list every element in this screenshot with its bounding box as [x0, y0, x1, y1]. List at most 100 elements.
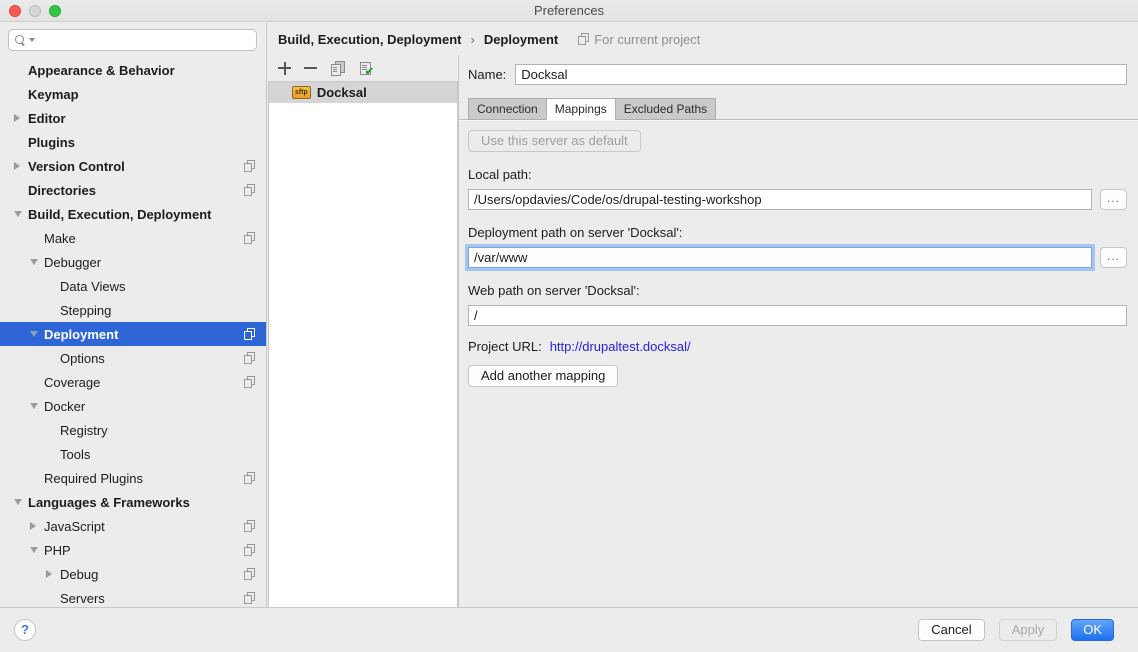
add-server-icon[interactable] — [278, 62, 291, 75]
use-server-default-button: Use this server as default — [468, 130, 641, 152]
minimize-window-button — [29, 5, 41, 17]
settings-sidebar: Appearance & Behavior Keymap Editor Plugins… — [0, 23, 267, 607]
breadcrumb-separator: › — [468, 32, 476, 47]
sidebar-item-label: Version Control — [28, 159, 125, 174]
sidebar-item-make[interactable]: Make — [0, 226, 266, 250]
sidebar-item-label: Plugins — [28, 135, 75, 150]
add-another-mapping-button[interactable]: Add another mapping — [468, 365, 618, 387]
chevron-right-icon[interactable] — [14, 114, 28, 122]
sidebar-item-label: Debug — [60, 567, 98, 582]
breadcrumb-parent[interactable]: Build, Execution, Deployment — [278, 32, 461, 47]
server-config-panel: Name: Connection Mappings Excluded Paths… — [458, 55, 1138, 607]
shared-settings-icon — [243, 328, 255, 340]
sidebar-item-label: Make — [44, 231, 76, 246]
shared-settings-icon — [243, 232, 255, 244]
deployment-path-input[interactable] — [468, 247, 1092, 268]
remove-server-icon[interactable] — [304, 62, 317, 75]
sidebar-item-label: Stepping — [60, 303, 111, 318]
sidebar-item-options[interactable]: Options — [0, 346, 266, 370]
dialog-footer: ? Cancel Apply OK — [0, 607, 1138, 652]
sidebar-tree: Appearance & Behavior Keymap Editor Plugins… — [0, 58, 266, 607]
deployment-path-browse-button[interactable]: ... — [1100, 247, 1127, 268]
sidebar-item-debug[interactable]: Debug — [0, 562, 266, 586]
settings-search-box[interactable] — [8, 29, 257, 51]
sidebar-item-servers[interactable]: Servers — [0, 586, 266, 607]
sidebar-item-docker[interactable]: Docker — [0, 394, 266, 418]
sidebar-item-appearance-behavior[interactable]: Appearance & Behavior — [0, 58, 266, 82]
close-window-button[interactable] — [9, 5, 21, 17]
project-url-link[interactable]: http://drupaltest.docksal/ — [550, 339, 691, 354]
sidebar-item-label: Registry — [60, 423, 108, 438]
sidebar-item-deployment[interactable]: Deployment — [0, 322, 266, 346]
zoom-window-button[interactable] — [49, 5, 61, 17]
sidebar-item-languages-frameworks[interactable]: Languages & Frameworks — [0, 490, 266, 514]
sidebar-item-debugger[interactable]: Debugger — [0, 250, 266, 274]
chevron-down-icon[interactable] — [30, 403, 44, 409]
sidebar-item-label: Coverage — [44, 375, 100, 390]
chevron-right-icon[interactable] — [46, 570, 60, 578]
shared-settings-icon — [243, 184, 255, 196]
sidebar-item-keymap[interactable]: Keymap — [0, 82, 266, 106]
tab-excluded-paths[interactable]: Excluded Paths — [615, 98, 716, 120]
mappings-tab-panel: Use this server as default Local path: .… — [459, 119, 1138, 387]
sidebar-item-label: Languages & Frameworks — [28, 495, 190, 510]
chevron-right-icon[interactable] — [14, 162, 28, 170]
sidebar-item-required-plugins[interactable]: Required Plugins — [0, 466, 266, 490]
chevron-down-icon[interactable] — [14, 499, 28, 505]
sidebar-item-label: Deployment — [44, 327, 118, 342]
use-as-default-icon[interactable] — [358, 61, 373, 76]
chevron-down-icon[interactable] — [30, 331, 44, 337]
sidebar-item-label: Appearance & Behavior — [28, 63, 175, 78]
sidebar-item-plugins[interactable]: Plugins — [0, 130, 266, 154]
sidebar-item-javascript[interactable]: JavaScript — [0, 514, 266, 538]
shared-settings-icon — [243, 520, 255, 532]
shared-settings-icon — [243, 592, 255, 604]
help-button[interactable]: ? — [14, 619, 36, 641]
shared-settings-icon — [243, 544, 255, 556]
sidebar-item-tools[interactable]: Tools — [0, 442, 266, 466]
sidebar-item-php[interactable]: PHP — [0, 538, 266, 562]
sidebar-item-label: Servers — [60, 591, 105, 606]
sidebar-item-stepping[interactable]: Stepping — [0, 298, 266, 322]
shared-settings-icon — [243, 568, 255, 580]
sidebar-item-build-execution-deployment[interactable]: Build, Execution, Deployment — [0, 202, 266, 226]
sidebar-item-label: Editor — [28, 111, 66, 126]
copy-server-icon[interactable] — [330, 61, 345, 76]
chevron-down-icon[interactable] — [30, 547, 44, 553]
sidebar-item-label: Tools — [60, 447, 90, 462]
preferences-window: Preferences Appearance & Behavior Keymap E… — [0, 0, 1138, 652]
search-icon — [15, 35, 26, 46]
local-path-browse-button[interactable]: ... — [1100, 189, 1127, 210]
name-input[interactable] — [515, 64, 1127, 85]
project-url-label: Project URL: — [468, 339, 542, 354]
sidebar-item-label: Options — [60, 351, 105, 366]
cancel-button[interactable]: Cancel — [918, 619, 984, 641]
web-path-input[interactable] — [468, 305, 1127, 326]
window-title: Preferences — [0, 0, 1138, 21]
breadcrumb: Build, Execution, Deployment › Deploymen… — [268, 23, 1138, 55]
server-list-panel: sftp Docksal — [268, 55, 458, 607]
chevron-down-icon[interactable] — [30, 259, 44, 265]
ok-button[interactable]: OK — [1071, 619, 1114, 641]
titlebar: Preferences — [0, 0, 1138, 22]
sidebar-item-label: PHP — [44, 543, 71, 558]
sidebar-item-label: Keymap — [28, 87, 79, 102]
sidebar-item-version-control[interactable]: Version Control — [0, 154, 266, 178]
project-scope: For current project — [577, 32, 700, 47]
sidebar-item-data-views[interactable]: Data Views — [0, 274, 266, 298]
server-list-item-docksal[interactable]: sftp Docksal — [269, 82, 457, 103]
name-label: Name: — [468, 67, 506, 82]
chevron-down-icon[interactable] — [14, 211, 28, 217]
local-path-label: Local path: — [468, 167, 1127, 182]
tab-mappings[interactable]: Mappings — [546, 98, 615, 120]
sidebar-item-registry[interactable]: Registry — [0, 418, 266, 442]
sidebar-item-directories[interactable]: Directories — [0, 178, 266, 202]
sidebar-item-label: Build, Execution, Deployment — [28, 207, 211, 222]
tab-connection[interactable]: Connection — [468, 98, 546, 120]
search-options-caret-icon[interactable] — [29, 38, 35, 42]
sidebar-item-coverage[interactable]: Coverage — [0, 370, 266, 394]
sidebar-item-editor[interactable]: Editor — [0, 106, 266, 130]
chevron-right-icon[interactable] — [30, 522, 44, 530]
local-path-input[interactable] — [468, 189, 1092, 210]
server-list: sftp Docksal — [268, 81, 458, 607]
